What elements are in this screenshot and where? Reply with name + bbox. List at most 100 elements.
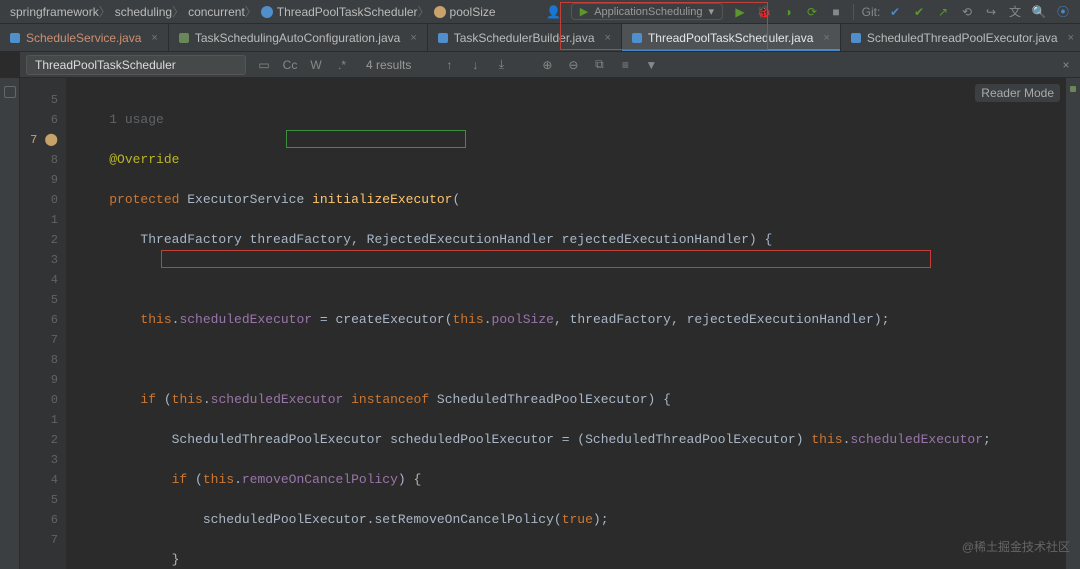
debug-icon[interactable]: 🐞 — [757, 5, 771, 19]
gutter-line: 6 — [20, 110, 58, 130]
editor[interactable]: 5 6 7 ⬤ 8 9 0 1 2 3 4 5 6 7 8 9 0 1 2 3 … — [20, 78, 1080, 569]
code-line: if (this.removeOnCancelPolicy) { — [78, 470, 1080, 490]
run-config-label: ApplicationScheduling — [594, 6, 702, 18]
code-line: @Override — [78, 150, 1080, 170]
find-bar: ▭ Cc W .* 4 results ↑ ↓ ⤓ ⊕ ⊖ ⧉ ≡ ▼ × — [20, 52, 1080, 78]
add-selection-icon[interactable]: ⊕ — [539, 58, 555, 72]
close-find-icon[interactable]: × — [1058, 58, 1074, 72]
tab-label: TaskSchedulerBuilder.java — [454, 31, 595, 45]
code-line: this.scheduledExecutor = createExecutor(… — [78, 310, 1080, 330]
gutter-line: 5 — [20, 90, 58, 110]
field-icon — [434, 6, 446, 18]
highlight-method-name — [286, 130, 466, 148]
scrollbar-markers[interactable] — [1066, 78, 1080, 569]
git-commit-icon[interactable]: ✔ — [912, 5, 926, 19]
git-push-icon[interactable]: ↗ — [936, 5, 950, 19]
crumb-class[interactable]: ThreadPoolTaskScheduler〉 — [257, 3, 430, 20]
tab-label: ScheduledThreadPoolExecutor.java — [867, 31, 1058, 45]
gutter-line: 3 — [20, 250, 58, 270]
tool-project-icon[interactable] — [4, 86, 16, 98]
tab-schedule-service[interactable]: ScheduleService.java × — [0, 24, 169, 51]
code-line — [78, 350, 1080, 370]
close-icon[interactable]: × — [823, 32, 829, 44]
gutter-line-override[interactable]: 7 ⬤ — [20, 130, 58, 150]
tab-scheduled-thread-pool-executor[interactable]: ScheduledThreadPoolExecutor.java × — [841, 24, 1080, 51]
highlight-scheduled-executor-line — [161, 250, 931, 268]
close-icon[interactable]: × — [151, 32, 157, 44]
git-update-icon[interactable]: ✔ — [888, 5, 902, 19]
search-everywhere-icon[interactable]: 🔍 — [1032, 5, 1046, 19]
crumb-springframework[interactable]: springframework〉 — [6, 3, 111, 20]
funnel-icon[interactable]: ▼ — [643, 58, 659, 72]
tab-task-scheduling-autoconfig[interactable]: TaskSchedulingAutoConfiguration.java × — [169, 24, 428, 51]
tab-label: TaskSchedulingAutoConfiguration.java — [195, 31, 400, 45]
stop-icon[interactable]: ■ — [829, 5, 843, 19]
code-area[interactable]: 1 usage @Override protected ExecutorServ… — [66, 78, 1080, 569]
select-all-icon[interactable]: ⤓ — [493, 57, 509, 72]
gutter-line: 0 — [20, 190, 58, 210]
git-history-icon[interactable]: ⟲ — [960, 5, 974, 19]
watermark: @稀土掘金技术社区 — [962, 538, 1070, 555]
gutter-line: 4 — [20, 470, 58, 490]
run-icon[interactable]: ▶ — [733, 5, 747, 19]
translate-icon[interactable]: 文 — [1008, 5, 1022, 19]
top-bar: springframework〉 scheduling〉 concurrent〉… — [0, 0, 1080, 24]
regex-icon[interactable]: .* — [334, 58, 350, 72]
code-line: protected ExecutorService initializeExec… — [78, 190, 1080, 210]
gutter-line: 1 — [20, 210, 58, 230]
crumb-scheduling[interactable]: scheduling〉 — [111, 3, 184, 20]
next-match-icon[interactable]: ↓ — [467, 58, 483, 72]
prev-match-icon[interactable]: ↑ — [441, 58, 457, 72]
close-icon[interactable]: × — [1068, 32, 1074, 44]
breadcrumbs[interactable]: springframework〉 scheduling〉 concurrent〉… — [6, 3, 500, 20]
gutter[interactable]: 5 6 7 ⬤ 8 9 0 1 2 3 4 5 6 7 8 9 0 1 2 3 … — [20, 78, 66, 569]
settings-icon[interactable]: ⦿ — [1056, 5, 1070, 19]
crumb-concurrent[interactable]: concurrent〉 — [184, 3, 257, 20]
coverage-icon[interactable]: ◑ — [781, 5, 795, 19]
profile-icon[interactable]: ⟳ — [805, 5, 819, 19]
gutter-line: 2 — [20, 430, 58, 450]
code-line: if (this.scheduledExecutor instanceof Sc… — [78, 390, 1080, 410]
code-line: ThreadFactory threadFactory, RejectedExe… — [78, 230, 1080, 250]
git-revert-icon[interactable]: ↪ — [984, 5, 998, 19]
select-matches-icon[interactable]: ⧉ — [591, 57, 607, 72]
find-result-count: 4 results — [366, 58, 411, 72]
remove-selection-icon[interactable]: ⊖ — [565, 58, 581, 72]
code-line: ScheduledThreadPoolExecutor scheduledPoo… — [78, 430, 1080, 450]
code-line: } — [78, 550, 1080, 569]
filter-icon[interactable]: ≡ — [617, 58, 633, 72]
close-icon[interactable]: × — [605, 32, 611, 44]
run-config-selector[interactable]: ▶ ApplicationScheduling ▾ — [571, 3, 723, 20]
close-icon[interactable]: × — [410, 32, 416, 44]
run-config-play-icon: ▶ — [580, 5, 588, 18]
reader-mode-badge[interactable]: Reader Mode — [975, 84, 1060, 102]
match-case-icon[interactable]: Cc — [282, 58, 298, 72]
gutter-line: 2 — [20, 230, 58, 250]
code-line — [78, 270, 1080, 290]
gutter-line: 7 — [20, 530, 58, 550]
tab-task-scheduler-builder[interactable]: TaskSchedulerBuilder.java × — [428, 24, 622, 51]
gutter-line: 9 — [20, 170, 58, 190]
gutter-line: 5 — [20, 490, 58, 510]
java-file-icon — [438, 33, 448, 43]
tab-label: ScheduleService.java — [26, 31, 141, 45]
gutter-line: 6 — [20, 510, 58, 530]
pin-icon[interactable]: ▭ — [256, 58, 272, 72]
whole-word-icon[interactable]: W — [308, 58, 324, 72]
tab-label: ThreadPoolTaskScheduler.java — [648, 31, 813, 45]
toolbar-right: 👤 ▶ ApplicationScheduling ▾ ▶ 🐞 ◑ ⟳ ■ Gi… — [547, 3, 1074, 20]
gutter-line: 1 — [20, 410, 58, 430]
java-file-icon — [632, 33, 642, 43]
crumb-field[interactable]: poolSize — [430, 5, 500, 19]
gutter-line: 6 — [20, 310, 58, 330]
tool-window-strip — [0, 78, 20, 569]
config-file-icon — [179, 33, 189, 43]
usages-hint[interactable]: 1 usage — [78, 110, 1080, 130]
gutter-line: 8 — [20, 150, 58, 170]
find-input[interactable] — [26, 55, 246, 75]
gutter-line: 8 — [20, 350, 58, 370]
tab-thread-pool-task-scheduler[interactable]: ThreadPoolTaskScheduler.java × — [622, 24, 841, 51]
user-icon[interactable]: 👤 — [547, 5, 561, 19]
java-file-icon — [10, 33, 20, 43]
editor-tabs: ScheduleService.java × TaskSchedulingAut… — [0, 24, 1080, 52]
